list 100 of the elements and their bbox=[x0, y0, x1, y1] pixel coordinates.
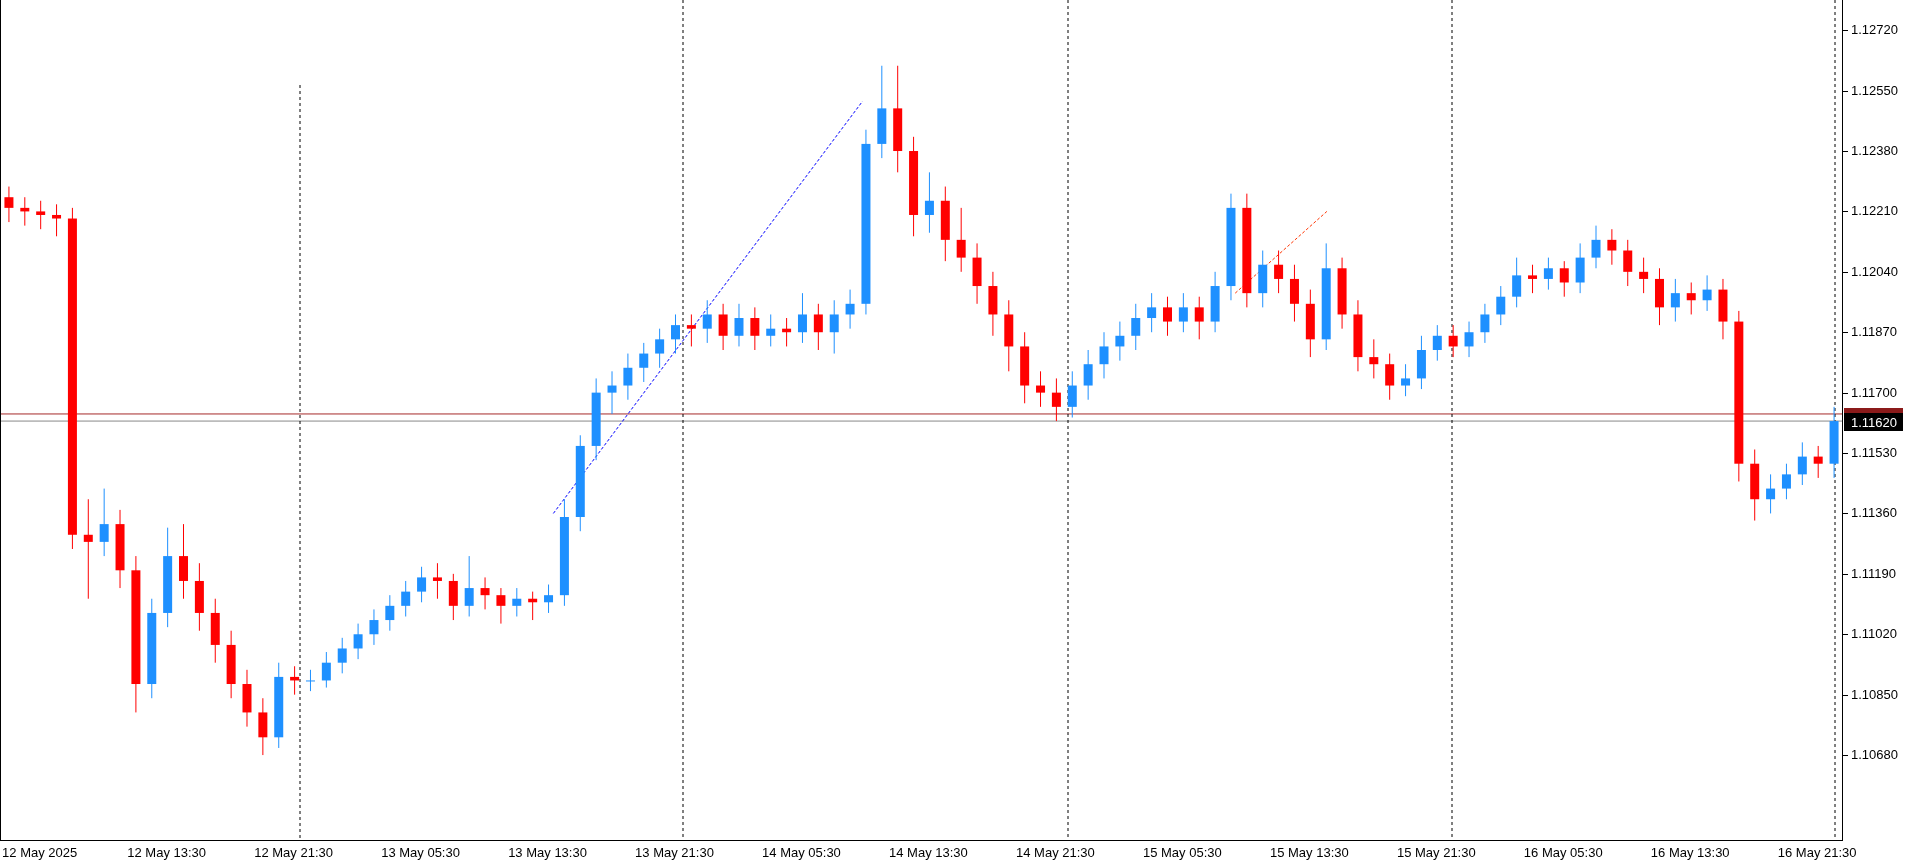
candle bbox=[321, 651, 331, 689]
candle bbox=[1036, 370, 1046, 408]
time-label: 14 May 05:30 bbox=[762, 844, 841, 862]
time-label: 14 May 13:30 bbox=[889, 844, 968, 862]
candle bbox=[1258, 250, 1268, 308]
candle bbox=[813, 303, 823, 351]
candle bbox=[306, 669, 315, 692]
candle bbox=[1797, 441, 1807, 486]
candle bbox=[1067, 370, 1077, 418]
candle bbox=[1369, 338, 1379, 379]
candle bbox=[1416, 335, 1426, 390]
candle bbox=[337, 637, 347, 674]
candle bbox=[226, 630, 236, 699]
candle bbox=[1163, 296, 1172, 337]
candle bbox=[1401, 363, 1411, 397]
candle bbox=[1528, 264, 1537, 294]
price-label: 1.11190 bbox=[1843, 565, 1897, 582]
candle bbox=[639, 342, 649, 383]
candle bbox=[1766, 473, 1776, 514]
candle bbox=[750, 306, 760, 351]
candle bbox=[766, 313, 776, 347]
candle bbox=[544, 584, 554, 614]
candle bbox=[956, 207, 966, 273]
price-label: 1.12380 bbox=[1843, 143, 1898, 159]
time-label: 16 May 05:30 bbox=[1523, 844, 1603, 862]
time-label: 15 May 21:30 bbox=[1396, 844, 1476, 862]
candle bbox=[1543, 257, 1553, 291]
candle bbox=[623, 353, 633, 401]
candle bbox=[607, 370, 617, 415]
candle bbox=[480, 576, 490, 610]
time-label: 15 May 13:30 bbox=[1269, 844, 1349, 862]
price-label: 1.10850 bbox=[1843, 686, 1898, 703]
candle bbox=[924, 171, 934, 234]
candle bbox=[401, 580, 411, 617]
candle bbox=[845, 289, 855, 330]
price-label: 1.12550 bbox=[1843, 82, 1898, 99]
candle bbox=[432, 562, 442, 600]
candle bbox=[782, 317, 792, 347]
candle bbox=[734, 303, 744, 347]
candle bbox=[686, 313, 696, 347]
candle bbox=[1559, 260, 1569, 298]
candle bbox=[448, 573, 458, 621]
candle bbox=[988, 271, 998, 337]
candle bbox=[1289, 264, 1299, 323]
candle bbox=[528, 591, 538, 621]
candle bbox=[417, 566, 427, 603]
price-label: 1.11530 bbox=[1843, 445, 1898, 462]
candle bbox=[1464, 321, 1474, 358]
time-label: 13 May 21:30 bbox=[635, 844, 714, 862]
time-label: 16 May 21:30 bbox=[1777, 844, 1857, 862]
time-label: 15 May 05:30 bbox=[1142, 844, 1222, 862]
candle bbox=[1655, 267, 1664, 326]
candle bbox=[36, 200, 46, 230]
candle bbox=[1781, 463, 1791, 500]
candle bbox=[1575, 242, 1585, 294]
candle bbox=[1813, 445, 1823, 479]
candle bbox=[1115, 321, 1125, 362]
time-label: 14 May 21:30 bbox=[1016, 844, 1095, 862]
price-label: 1.11020 bbox=[1843, 626, 1898, 643]
candle bbox=[671, 313, 680, 355]
candle bbox=[1623, 239, 1633, 287]
candle bbox=[385, 594, 395, 632]
candle bbox=[1385, 353, 1395, 401]
candle bbox=[797, 292, 807, 344]
time-label: 12 May 13:30 bbox=[127, 844, 207, 862]
candle bbox=[194, 562, 204, 632]
time-label: 12 May 2025 bbox=[2, 844, 78, 862]
price-label: 1.12040 bbox=[1843, 263, 1898, 280]
candle bbox=[464, 555, 474, 617]
candle bbox=[1274, 250, 1284, 294]
time-label: 13 May 05:30 bbox=[381, 844, 460, 862]
current-price-label: 1.11620 bbox=[1844, 408, 1904, 432]
candle bbox=[512, 587, 522, 617]
price-label: 1.11870 bbox=[1843, 324, 1898, 341]
candle bbox=[353, 623, 363, 660]
candle bbox=[1432, 324, 1442, 362]
candle bbox=[1083, 349, 1093, 401]
candle bbox=[1147, 292, 1157, 333]
candle bbox=[1686, 282, 1696, 315]
candle bbox=[52, 203, 62, 237]
candle bbox=[1051, 377, 1061, 422]
candle bbox=[1448, 324, 1458, 358]
candle bbox=[210, 598, 220, 664]
candle bbox=[1305, 289, 1315, 358]
candle bbox=[1512, 257, 1522, 308]
price-label: 1.10680 bbox=[1843, 747, 1898, 764]
candle bbox=[4, 186, 14, 223]
price-label: 1.12210 bbox=[1843, 203, 1898, 220]
candle bbox=[655, 328, 665, 369]
candle bbox=[1480, 303, 1490, 344]
candle bbox=[1591, 225, 1601, 269]
candle bbox=[99, 488, 109, 557]
candle bbox=[1496, 285, 1506, 326]
candle bbox=[1099, 331, 1109, 379]
candle bbox=[1670, 278, 1680, 323]
candle bbox=[1131, 303, 1141, 351]
candle bbox=[369, 608, 379, 646]
candle bbox=[972, 242, 982, 305]
candle bbox=[702, 299, 712, 344]
candle bbox=[1210, 271, 1220, 333]
